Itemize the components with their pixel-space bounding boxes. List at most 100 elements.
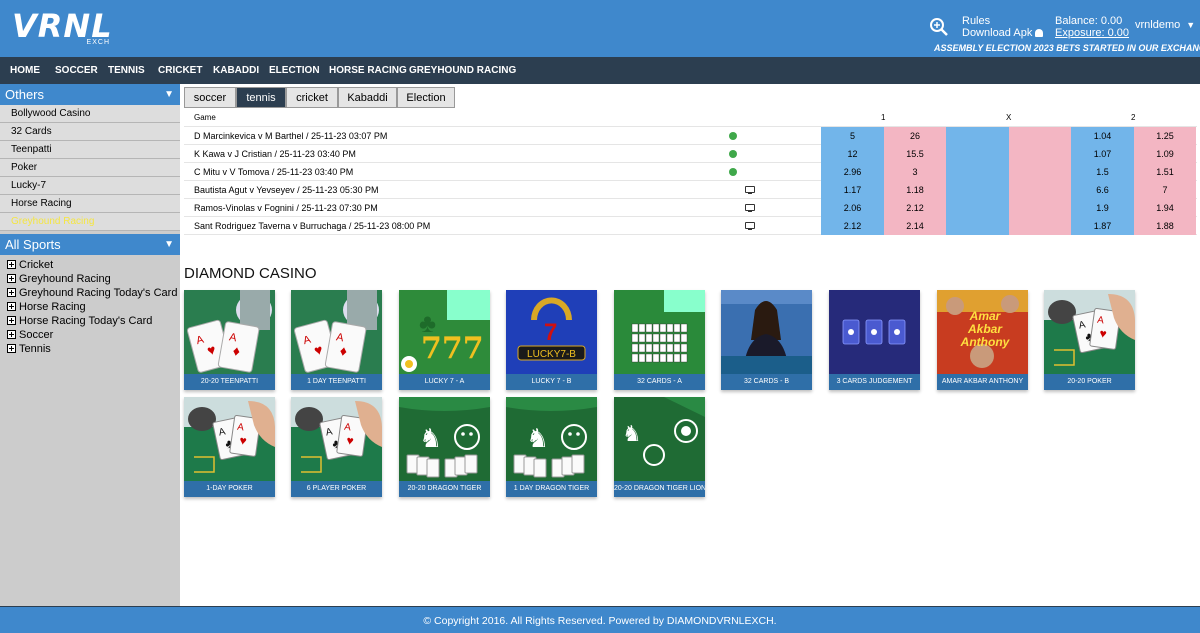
match-name-link[interactable]: K Kawa v J Cristian / 25-11-23 03:40 PM — [194, 145, 356, 163]
back-odds-1[interactable]: 2.06 — [821, 199, 884, 217]
nav-horse-racing[interactable]: HORSE RACING — [329, 57, 407, 84]
tab-tennis[interactable]: tennis — [236, 87, 286, 108]
lay-odds-1[interactable]: 15.5 — [884, 145, 946, 163]
match-name-link[interactable]: D Marcinkevica v M Barthel / 25-11-23 03… — [194, 127, 387, 145]
back-odds-2[interactable]: 1.04 — [1071, 127, 1134, 145]
col-header-x: X — [1006, 113, 1012, 122]
sport-item-cricket[interactable]: Cricket — [0, 258, 180, 272]
lay-odds-x[interactable] — [1009, 181, 1071, 199]
casino-game-card[interactable]: ♞ 20-20 DRAGON TIGER — [399, 397, 490, 497]
back-odds-2[interactable]: 1.07 — [1071, 145, 1134, 163]
lay-odds-2[interactable]: 1.88 — [1134, 217, 1196, 235]
sport-item-tennis[interactable]: Tennis — [0, 342, 180, 356]
lay-odds-x[interactable] — [1009, 217, 1071, 235]
sport-item-greyhound-racing[interactable]: Greyhound Racing — [0, 272, 180, 286]
back-odds-x[interactable] — [946, 127, 1009, 145]
match-name-link[interactable]: Ramos-Vinolas v Fognini / 25-11-23 07:30… — [194, 199, 378, 217]
sidebar-item-lucky-7[interactable]: Lucky-7 — [0, 177, 180, 195]
lay-odds-2[interactable]: 1.25 — [1134, 127, 1196, 145]
casino-game-card[interactable]: 3 CARDS JUDGEMENT — [829, 290, 920, 390]
casino-game-card[interactable]: Amar Akbar Anthony AMAR AKBAR ANTHONY — [937, 290, 1028, 390]
casino-game-card[interactable]: ♣ 777 LUCKY 7 - A — [399, 290, 490, 390]
back-odds-x[interactable] — [946, 163, 1009, 181]
tab-election[interactable]: Election — [397, 87, 455, 108]
lay-odds-1[interactable]: 26 — [884, 127, 946, 145]
nav-home[interactable]: HOME — [10, 57, 40, 84]
search-icon[interactable] — [929, 17, 949, 37]
back-odds-1[interactable]: 2.96 — [821, 163, 884, 181]
back-odds-2[interactable]: 1.87 — [1071, 217, 1134, 235]
sidebar-item-teenpatti[interactable]: Teenpatti — [0, 141, 180, 159]
back-odds-2[interactable]: 6.6 — [1071, 181, 1134, 199]
lay-odds-1[interactable]: 3 — [884, 163, 946, 181]
casino-game-label: 1 DAY DRAGON TIGER — [506, 481, 597, 497]
logo[interactable]: VRNL EXCH — [12, 9, 122, 49]
nav-tennis[interactable]: TENNIS — [108, 57, 145, 84]
user-menu[interactable]: vrnldemo ▼ — [1135, 19, 1195, 31]
logo-text: VRNL — [12, 7, 113, 45]
lay-odds-x[interactable] — [1009, 127, 1071, 145]
back-odds-x[interactable] — [946, 181, 1009, 199]
sport-item-horse-todays-card[interactable]: Horse Racing Today's Card — [0, 314, 180, 328]
lay-odds-2[interactable]: 7 — [1134, 181, 1196, 199]
all-sports-header[interactable]: All Sports ▼ — [0, 234, 180, 255]
sport-item-horse-racing[interactable]: Horse Racing — [0, 300, 180, 314]
back-odds-1[interactable]: 5 — [821, 127, 884, 145]
lay-odds-2[interactable]: 1.09 — [1134, 145, 1196, 163]
casino-game-card[interactable]: A ♥ A ♦ 1 DAY TEENPATTI — [291, 290, 382, 390]
download-apk-link[interactable]: Download Apk — [962, 27, 1044, 39]
lay-odds-x[interactable] — [1009, 145, 1071, 163]
nav-election[interactable]: ELECTION — [269, 57, 320, 84]
tab-cricket[interactable]: cricket — [286, 87, 338, 108]
casino-game-card[interactable]: ♞ 20-20 DRAGON TIGER LION — [614, 397, 705, 497]
rules-link[interactable]: Rules — [962, 15, 1043, 27]
lay-odds-x[interactable] — [1009, 163, 1071, 181]
nav-soccer[interactable]: SOCCER — [55, 57, 98, 84]
casino-game-card[interactable]: 7 LUCKY7-B LUCKY 7 - B — [506, 290, 597, 390]
sidebar-item-poker[interactable]: Poker — [0, 159, 180, 177]
match-name-link[interactable]: Bautista Agut v Yevseyev / 25-11-23 05:3… — [194, 181, 378, 199]
sidebar-item-horse-racing[interactable]: Horse Racing — [0, 195, 180, 213]
news-marquee: ASSEMBLY ELECTION 2023 BETS STARTED IN O… — [934, 43, 1200, 53]
lay-odds-2[interactable]: 1.51 — [1134, 163, 1196, 181]
casino-game-card[interactable]: A ♣ A ♥ 20-20 POKER — [1044, 290, 1135, 390]
nav-cricket[interactable]: CRICKET — [158, 57, 202, 84]
nav-greyhound-racing[interactable]: GREYHOUND RACING — [409, 57, 516, 84]
casino-title: DIAMOND CASINO — [184, 265, 317, 282]
sport-item-soccer[interactable]: Soccer — [0, 328, 180, 342]
casino-game-card[interactable]: A ♥ A ♦ 20-20 TEENPATTI — [184, 290, 275, 390]
back-odds-1[interactable]: 12 — [821, 145, 884, 163]
sidebar-item-greyhound-racing[interactable]: Greyhound Racing — [0, 213, 180, 231]
casino-game-card[interactable]: 32 CARDS - A — [614, 290, 705, 390]
svg-text:777: 777 — [421, 331, 484, 366]
back-odds-1[interactable]: 1.17 — [821, 181, 884, 199]
tab-soccer[interactable]: soccer — [184, 87, 236, 108]
casino-game-card[interactable]: 32 CARDS - B — [721, 290, 812, 390]
match-name-link[interactable]: C Mitu v V Tomova / 25-11-23 03:40 PM — [194, 163, 353, 181]
sidebar-item-bollywood-casino[interactable]: Bollywood Casino — [0, 105, 180, 123]
lay-odds-2[interactable]: 1.94 — [1134, 199, 1196, 217]
lay-odds-1[interactable]: 2.14 — [884, 217, 946, 235]
match-name-link[interactable]: Sant Rodriguez Taverna v Burruchaga / 25… — [194, 217, 430, 235]
back-odds-x[interactable] — [946, 199, 1009, 217]
lay-odds-1[interactable]: 2.12 — [884, 199, 946, 217]
casino-game-card[interactable]: ♞ 1 DAY DRAGON TIGER — [506, 397, 597, 497]
sidebar-item-32-cards[interactable]: 32 Cards — [0, 123, 180, 141]
sport-item-greyhound-todays-card[interactable]: Greyhound Racing Today's Card — [0, 286, 180, 300]
username: vrnldemo — [1135, 19, 1181, 31]
back-odds-2[interactable]: 1.9 — [1071, 199, 1134, 217]
back-odds-x[interactable] — [946, 217, 1009, 235]
casino-game-label: LUCKY 7 - B — [506, 374, 597, 390]
back-odds-1[interactable]: 2.12 — [821, 217, 884, 235]
others-header[interactable]: Others ▼ — [0, 84, 180, 105]
nav-kabaddi[interactable]: KABADDI — [213, 57, 259, 84]
lay-odds-x[interactable] — [1009, 199, 1071, 217]
exposure-link[interactable]: Exposure: 0.00 — [1055, 27, 1129, 39]
casino-game-card[interactable]: A ♣ A ♥ 1-DAY POKER — [184, 397, 275, 497]
back-odds-x[interactable] — [946, 145, 1009, 163]
back-odds-2[interactable]: 1.5 — [1071, 163, 1134, 181]
casino-game-card[interactable]: A ♣ A ♥ 6 PLAYER POKER — [291, 397, 382, 497]
tab-kabaddi[interactable]: Kabaddi — [338, 87, 397, 108]
lay-odds-1[interactable]: 1.18 — [884, 181, 946, 199]
all-sports-title: All Sports — [5, 237, 61, 252]
